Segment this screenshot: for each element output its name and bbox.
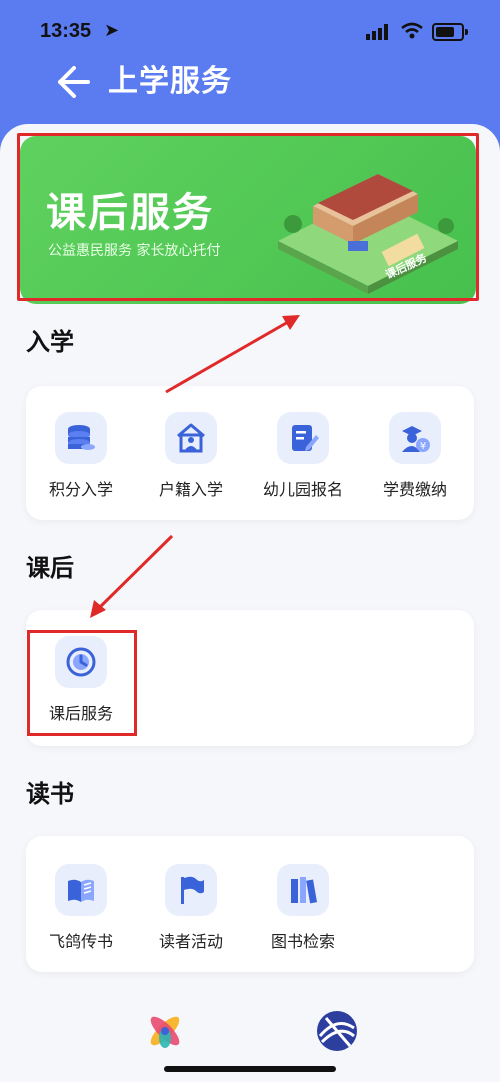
item-points-enroll[interactable]: 积分入学: [26, 412, 136, 500]
house-person-icon: [177, 423, 205, 453]
svg-text:¥: ¥: [420, 441, 426, 452]
status-bar: 13:35 ➤: [0, 0, 500, 60]
coins-stack-icon: [68, 425, 95, 450]
banner-highlight-frame: [17, 133, 479, 301]
item-book-search[interactable]: 图书检索: [248, 864, 358, 952]
item-label: 户籍入学: [158, 480, 223, 499]
reading-card: 飞鸽传书 读者活动 图书检索: [26, 836, 474, 972]
home-indicator[interactable]: [164, 1066, 336, 1072]
flag-icon: [181, 876, 204, 904]
item-label: 图书检索: [270, 932, 335, 951]
section-title-enroll: 入学: [26, 328, 74, 356]
status-time: 13:35: [40, 20, 92, 42]
wifi-icon: [401, 22, 423, 39]
item-label: 幼儿园报名: [262, 480, 343, 499]
battery-icon: [432, 23, 468, 41]
section-title-after-school: 课后: [26, 554, 74, 582]
signal-icon: [366, 24, 388, 40]
back-arrow-icon[interactable]: [52, 62, 92, 102]
after-school-highlight-frame: [27, 630, 137, 736]
location-arrow-icon: ➤: [104, 20, 120, 41]
form-edit-icon: [292, 425, 319, 451]
item-household-enroll[interactable]: 户籍入学: [136, 412, 246, 500]
books-icon: [291, 877, 318, 904]
page-title: 上学服务: [108, 64, 232, 99]
item-kindergarten-signup[interactable]: 幼儿园报名: [248, 412, 358, 500]
open-book-icon: [68, 879, 94, 902]
nav-header: 上学服务: [0, 56, 500, 116]
item-tuition-payment[interactable]: ¥ 学费缴纳: [360, 412, 470, 500]
graduate-yen-icon: ¥: [402, 426, 430, 452]
item-reader-activities[interactable]: 读者活动: [136, 864, 246, 952]
item-pigeon-mail[interactable]: 飞鸽传书: [26, 864, 136, 952]
app-logo-icon[interactable]: [144, 1010, 186, 1052]
item-label: 读者活动: [158, 932, 223, 951]
section-title-reading: 读书: [26, 780, 74, 808]
enroll-card: 积分入学 户籍入学 幼儿园报名 ¥ 学费缴纳: [26, 386, 474, 520]
item-label: 学费缴纳: [382, 480, 447, 499]
item-label: 积分入学: [48, 480, 113, 499]
partner-logo-icon[interactable]: [316, 1010, 358, 1052]
item-label: 飞鸽传书: [48, 932, 113, 951]
